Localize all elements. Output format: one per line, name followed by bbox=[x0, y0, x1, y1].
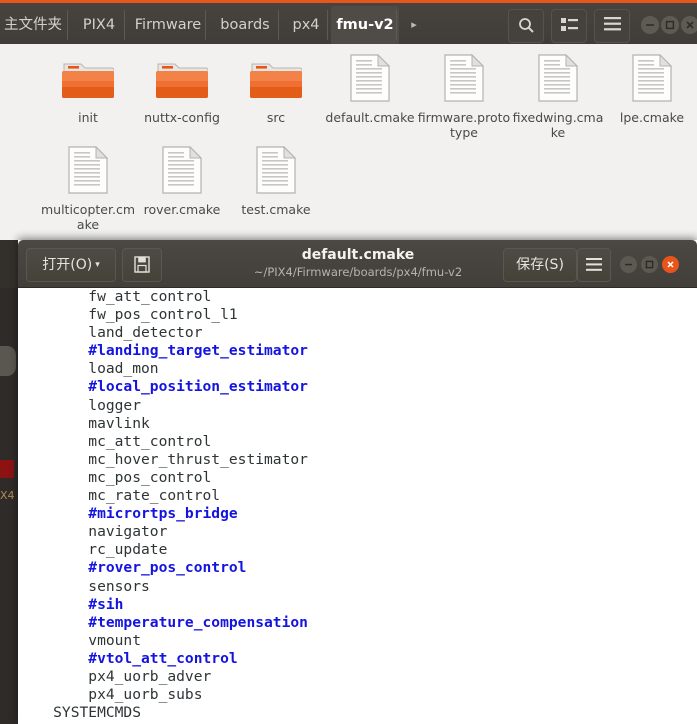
save-as-icon-button[interactable] bbox=[122, 248, 162, 282]
document-icon bbox=[322, 50, 418, 108]
file-manager-window: 主文件夹 PIX4 Firmware boards px4 fmu-v2 ▸ i… bbox=[0, 0, 697, 240]
file-item-label: test.cmake bbox=[241, 202, 311, 217]
editor-hamburger-menu-icon[interactable] bbox=[577, 248, 611, 282]
code-line: #rover_pos_control bbox=[18, 559, 247, 577]
code-line: mc_hover_thrust_estimator bbox=[18, 450, 308, 468]
breadcrumb-item-fmu-v2[interactable]: fmu-v2 bbox=[331, 6, 399, 44]
code-line: rc_update bbox=[18, 541, 168, 559]
breadcrumb-separator bbox=[396, 10, 397, 40]
code-text-area[interactable]: fw_att_control fw_pos_control_l1 land_de… bbox=[18, 288, 697, 724]
code-line: land_detector bbox=[18, 324, 203, 342]
file-item-label: default.cmake bbox=[325, 110, 415, 125]
editor-close-button[interactable] bbox=[662, 256, 679, 273]
document-icon bbox=[510, 50, 606, 108]
breadcrumb-item-pix4[interactable]: PIX4 bbox=[71, 6, 127, 44]
folder-icon bbox=[40, 50, 136, 108]
background-red-marker bbox=[0, 460, 14, 478]
editor-minimize-button[interactable] bbox=[620, 256, 637, 273]
code-line: fw_pos_control_l1 bbox=[18, 306, 238, 324]
folder-icon bbox=[134, 50, 230, 108]
file-item[interactable]: rover.cmake bbox=[134, 142, 230, 217]
document-icon bbox=[134, 142, 230, 200]
background-pill-decoration bbox=[0, 346, 16, 376]
breadcrumb-separator bbox=[327, 10, 328, 40]
code-line: mavlink bbox=[18, 414, 150, 432]
file-item[interactable]: multicopter.cmake bbox=[40, 142, 136, 232]
editor-headerbar: 打开(O) ▾ default.cmake ~/PIX4/Firmware/boa… bbox=[18, 240, 697, 288]
breadcrumb-item-boards[interactable]: boards bbox=[209, 6, 281, 44]
file-item-label: nuttx-config bbox=[144, 110, 220, 125]
close-button[interactable] bbox=[681, 16, 697, 34]
file-item[interactable]: default.cmake bbox=[322, 50, 418, 125]
file-path-subtitle: ~/PIX4/Firmware/boards/px4/fmu-v2 bbox=[253, 265, 463, 279]
breadcrumb-separator bbox=[124, 10, 125, 40]
document-icon bbox=[40, 142, 136, 200]
document-icon bbox=[228, 142, 324, 200]
file-item[interactable]: test.cmake bbox=[228, 142, 324, 217]
file-item[interactable]: src bbox=[228, 50, 324, 125]
document-icon bbox=[416, 50, 512, 108]
save-button[interactable]: 保存(S) bbox=[503, 248, 577, 282]
maximize-button[interactable] bbox=[661, 16, 679, 34]
code-line: sensors bbox=[18, 577, 150, 595]
breadcrumb-separator bbox=[205, 10, 206, 40]
page-title: default.cmake bbox=[301, 247, 415, 263]
chevron-down-icon: ▾ bbox=[95, 260, 100, 270]
code-lines: fw_att_control fw_pos_control_l1 land_de… bbox=[18, 288, 697, 722]
code-line: logger bbox=[18, 396, 142, 414]
breadcrumb-separator bbox=[278, 10, 279, 40]
code-line: vmount bbox=[18, 631, 142, 649]
file-item[interactable]: lpe.cmake bbox=[604, 50, 697, 125]
file-manager-titlebar: 主文件夹 PIX4 Firmware boards px4 fmu-v2 ▸ bbox=[0, 0, 697, 44]
text-editor-window: 打开(O) ▾ default.cmake ~/PIX4/Firmware/boa… bbox=[18, 240, 697, 724]
file-item-label: firmware.prototype bbox=[417, 110, 511, 140]
background-partial-label: X4 bbox=[0, 489, 15, 502]
file-item-label: multicopter.cmake bbox=[40, 202, 135, 232]
open-button-label: 打开(O) bbox=[42, 257, 93, 273]
code-line: #temperature_compensation bbox=[18, 613, 308, 631]
file-item[interactable]: firmware.prototype bbox=[416, 50, 512, 140]
editor-maximize-button[interactable] bbox=[641, 256, 658, 273]
search-icon[interactable] bbox=[508, 9, 544, 43]
breadcrumb-item--[interactable]: 主文件夹 bbox=[0, 6, 70, 44]
code-line: #micrortps_bridge bbox=[18, 505, 238, 523]
file-manager-icon-grid[interactable]: init nuttx-config src default.cmake firmware… bbox=[22, 44, 697, 240]
code-line: #landing_target_estimator bbox=[18, 342, 308, 360]
code-line: mc_pos_control bbox=[18, 468, 212, 486]
list-view-icon[interactable] bbox=[551, 9, 587, 43]
code-line: #vtol_att_control bbox=[18, 649, 238, 667]
file-item[interactable]: nuttx-config bbox=[134, 50, 230, 125]
minimize-button[interactable] bbox=[641, 16, 659, 34]
breadcrumb-separator bbox=[67, 10, 68, 40]
file-item-label: fixedwing.cmake bbox=[512, 110, 604, 140]
open-button[interactable]: 打开(O) ▾ bbox=[26, 248, 116, 282]
folder-icon bbox=[228, 50, 324, 108]
file-item[interactable]: fixedwing.cmake bbox=[510, 50, 606, 140]
code-line: SYSTEMCMDS bbox=[18, 704, 142, 722]
menu-icon[interactable] bbox=[594, 9, 630, 43]
breadcrumb-item-firmware[interactable]: Firmware bbox=[128, 6, 208, 44]
file-item[interactable]: init bbox=[40, 50, 136, 125]
code-line: px4_uorb_adver bbox=[18, 667, 212, 685]
code-line: mc_att_control bbox=[18, 432, 212, 450]
code-line: mc_rate_control bbox=[18, 487, 221, 505]
code-line: navigator bbox=[18, 523, 168, 541]
document-icon bbox=[604, 50, 697, 108]
file-item-label: init bbox=[78, 110, 98, 125]
code-line: px4_uorb_subs bbox=[18, 686, 203, 704]
editor-title-block: default.cmake ~/PIX4/Firmware/boards/px4… bbox=[168, 245, 548, 280]
breadcrumb-overflow-icon[interactable]: ▸ bbox=[400, 6, 428, 44]
code-line: #local_position_estimator bbox=[18, 378, 308, 396]
code-line: fw_att_control bbox=[18, 288, 212, 305]
code-line: load_mon bbox=[18, 360, 159, 378]
file-item-label: src bbox=[266, 110, 286, 125]
file-item-label: lpe.cmake bbox=[619, 110, 685, 125]
breadcrumb-item-px4[interactable]: px4 bbox=[282, 6, 330, 44]
code-line: #sih bbox=[18, 595, 124, 613]
file-item-label: rover.cmake bbox=[143, 202, 221, 217]
